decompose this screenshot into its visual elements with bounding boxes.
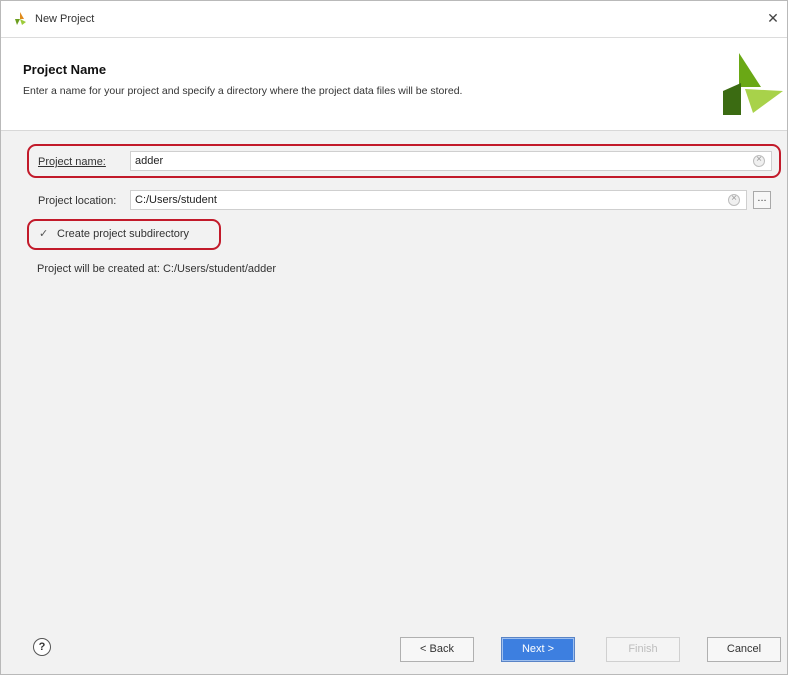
close-icon[interactable]: ✕ bbox=[765, 10, 781, 26]
browse-button[interactable]: ... bbox=[753, 191, 771, 209]
create-subdirectory-label: Create project subdirectory bbox=[57, 228, 190, 240]
page-title: Project Name bbox=[23, 62, 107, 77]
next-button[interactable]: Next > bbox=[501, 637, 575, 662]
clear-icon[interactable] bbox=[728, 193, 740, 206]
project-location-label: Project location: bbox=[38, 195, 117, 207]
cancel-button[interactable]: Cancel bbox=[707, 637, 781, 662]
check-icon: ✓ bbox=[39, 228, 49, 240]
page-description: Enter a name for your project and specif… bbox=[23, 85, 463, 97]
created-at-text: Project will be created at: C:/Users/stu… bbox=[37, 263, 277, 275]
new-project-dialog: New Project ✕ Project Name Enter a name … bbox=[0, 0, 788, 675]
project-location-field[interactable]: C:/Users/student bbox=[130, 190, 747, 210]
help-icon[interactable]: ? bbox=[33, 638, 51, 656]
project-name-field[interactable]: adder bbox=[130, 151, 772, 171]
vivado-logo-icon bbox=[723, 53, 783, 115]
project-name-label: Project name: bbox=[38, 156, 106, 168]
project-name-value: adder bbox=[135, 155, 164, 167]
vivado-logo-icon bbox=[15, 12, 26, 25]
wizard-header: Project Name Enter a name for your proje… bbox=[1, 38, 787, 131]
back-button[interactable]: < Back bbox=[400, 637, 474, 662]
window-title: New Project bbox=[35, 13, 95, 25]
finish-button: Finish bbox=[606, 637, 680, 662]
project-location-value: C:/Users/student bbox=[135, 194, 217, 206]
clear-icon[interactable] bbox=[753, 154, 765, 167]
title-bar: New Project ✕ bbox=[1, 1, 787, 38]
